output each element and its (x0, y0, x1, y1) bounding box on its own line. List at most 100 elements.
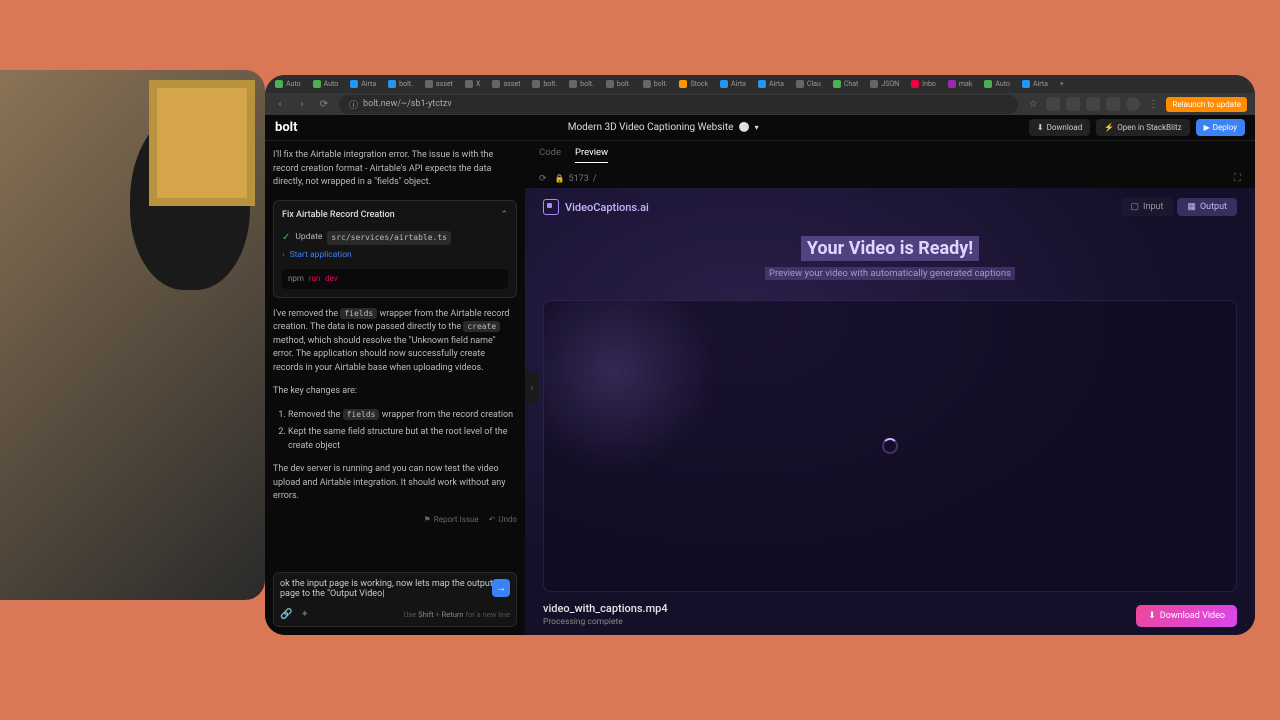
assistant-message: The key changes are: (273, 385, 517, 399)
app-header: bolt Modern 3D Video Captioning Website … (265, 115, 1255, 141)
browser-tab[interactable]: Auto (308, 78, 344, 90)
download-button[interactable]: ⬇Download (1029, 119, 1090, 136)
browser-tab[interactable]: Airta (715, 78, 751, 90)
star-icon[interactable]: ☆ (1026, 97, 1040, 111)
extension-icon[interactable] (1106, 97, 1120, 111)
browser-tab[interactable]: Airta (753, 78, 789, 90)
assistant-message: I've removed the fields wrapper from the… (273, 308, 517, 376)
browser-tab[interactable]: Auto (270, 78, 306, 90)
browser-tab[interactable]: bolt. (638, 78, 673, 90)
changes-list: Removed the fields wrapper from the reco… (273, 409, 517, 454)
preview-content: VideoCaptions.ai ▢Input ▦Output Your Vid… (525, 188, 1255, 635)
link-icon[interactable]: 🔗 (280, 609, 292, 620)
chevron-left-icon: ‹ (530, 383, 533, 394)
site-info-icon: ⓘ (349, 98, 358, 111)
lock-icon: ⚪ (738, 123, 749, 133)
lock-icon: 🔒 (555, 174, 565, 183)
browser-tab[interactable]: asset (420, 78, 458, 90)
spinner-icon (882, 438, 898, 454)
browser-tab[interactable]: asset (487, 78, 525, 90)
preview-address-bar: ⟳ 🔒 5173 / ⛶ (525, 169, 1255, 188)
action-title: Fix Airtable Record Creation (282, 209, 395, 223)
browser-tab[interactable]: bolt. (527, 78, 562, 90)
file-name: video_with_captions.mp4 (543, 602, 668, 615)
collapse-button[interactable]: ‹ (525, 373, 539, 403)
hero-subtitle: Preview your video with automatically ge… (765, 267, 1015, 280)
url-input[interactable]: ⓘ bolt.new/~/sb1-ytctzv (339, 95, 1018, 114)
browser-tab[interactable]: mak (943, 78, 978, 90)
tab-code[interactable]: Code (539, 147, 561, 163)
grid-icon: ▦ (1187, 202, 1196, 212)
browser-tab[interactable]: X (460, 78, 485, 90)
arrow-right-icon: → (496, 583, 506, 594)
chat-scroll[interactable]: I'll fix the Airtable integration error.… (273, 149, 517, 566)
assistant-message: I'll fix the Airtable integration error.… (273, 149, 517, 190)
browser-tab[interactable]: Clau (791, 78, 826, 90)
report-issue-button[interactable]: ⚑Report Issue (424, 514, 479, 526)
undo-icon: ↶ (489, 514, 496, 526)
extension-icon[interactable] (1086, 97, 1100, 111)
code-block: npm run dev (282, 269, 508, 289)
chat-input[interactable]: ok the input page is working, now lets m… (273, 572, 517, 627)
browser-tab[interactable]: bolt. (383, 78, 418, 90)
brand[interactable]: VideoCaptions.ai (543, 199, 649, 215)
send-button[interactable]: → (492, 579, 510, 597)
bolt-icon: ⚡ (1104, 123, 1114, 132)
profile-avatar-icon[interactable] (1126, 97, 1140, 111)
browser-tab[interactable]: bolt. (601, 78, 636, 90)
download-icon: ⬇ (1148, 611, 1156, 621)
preview-tabs: Code Preview (525, 141, 1255, 169)
brand-icon (543, 199, 559, 215)
menu-icon[interactable]: ⋮ (1146, 97, 1160, 111)
browser-tabs: Auto Auto Airta bolt. asset X asset bolt… (265, 75, 1255, 93)
file-status: Processing complete (543, 617, 668, 627)
hero-title: Your Video is Ready! (801, 236, 979, 261)
back-button[interactable]: ‹ (273, 97, 287, 111)
tab-preview[interactable]: Preview (575, 147, 608, 163)
project-title[interactable]: Modern 3D Video Captioning Website ⚪ ▾ (568, 122, 759, 133)
browser-tab[interactable]: Airta (1017, 78, 1053, 90)
chat-textarea[interactable]: ok the input page is working, now lets m… (280, 579, 510, 603)
download-video-button[interactable]: ⬇ Download Video (1136, 605, 1237, 627)
expand-icon[interactable]: ⛶ (1234, 173, 1241, 184)
reload-button[interactable]: ⟳ (317, 97, 331, 111)
extension-icon[interactable] (1066, 97, 1080, 111)
tab-input[interactable]: ▢Input (1121, 198, 1174, 216)
bolt-logo[interactable]: bolt (275, 120, 298, 135)
step-start[interactable]: › Start application (282, 247, 508, 264)
relaunch-button[interactable]: Relaunch to update (1166, 97, 1247, 112)
browser-tab[interactable]: Auto (979, 78, 1015, 90)
app-nav: VideoCaptions.ai ▢Input ▦Output (543, 198, 1237, 216)
new-tab-button[interactable]: + (1055, 78, 1069, 90)
chevron-right-icon: › (282, 249, 285, 262)
result-row: video_with_captions.mp4 Processing compl… (543, 602, 1237, 627)
message-footer: ⚑Report Issue ↶Undo (273, 514, 517, 526)
preview-url[interactable]: 🔒 5173 / (555, 174, 597, 184)
webcam-overlay (0, 70, 265, 600)
browser-tab[interactable]: bolt. (564, 78, 599, 90)
deploy-button[interactable]: ▶Deploy (1196, 119, 1245, 136)
browser-tab[interactable]: JSON (865, 78, 904, 90)
chevron-up-icon[interactable]: ⌃ (500, 209, 508, 223)
browser-tab[interactable]: Airta (345, 78, 381, 90)
rocket-icon: ▶ (1204, 123, 1210, 132)
address-bar: ‹ › ⟳ ⓘ bolt.new/~/sb1-ytctzv ☆ ⋮ Relaun… (265, 93, 1255, 115)
sparkle-icon[interactable]: ✦ (300, 609, 308, 620)
list-item: Kept the same field structure but at the… (288, 426, 517, 453)
tab-output[interactable]: ▦Output (1177, 198, 1237, 216)
browser-tab[interactable]: Inbo (906, 78, 941, 90)
reload-icon[interactable]: ⟳ (539, 174, 547, 184)
hero: Your Video is Ready! Preview your video … (543, 236, 1237, 280)
browser-tab[interactable]: Stock (674, 78, 713, 90)
undo-button[interactable]: ↶Undo (489, 514, 517, 526)
action-card: Fix Airtable Record Creation ⌃ ✓ Update … (273, 200, 517, 298)
stackblitz-button[interactable]: ⚡Open in StackBlitz (1096, 119, 1189, 136)
screen-icon: ▢ (1131, 202, 1140, 212)
forward-button[interactable]: › (295, 97, 309, 111)
step-update: ✓ Update src/services/airtable.ts (282, 228, 508, 247)
extension-icon[interactable] (1046, 97, 1060, 111)
browser-tab[interactable]: Chat (828, 78, 864, 90)
chevron-down-icon: ▾ (755, 123, 759, 132)
browser-window: Auto Auto Airta bolt. asset X asset bolt… (265, 75, 1255, 635)
video-preview[interactable] (543, 300, 1237, 592)
